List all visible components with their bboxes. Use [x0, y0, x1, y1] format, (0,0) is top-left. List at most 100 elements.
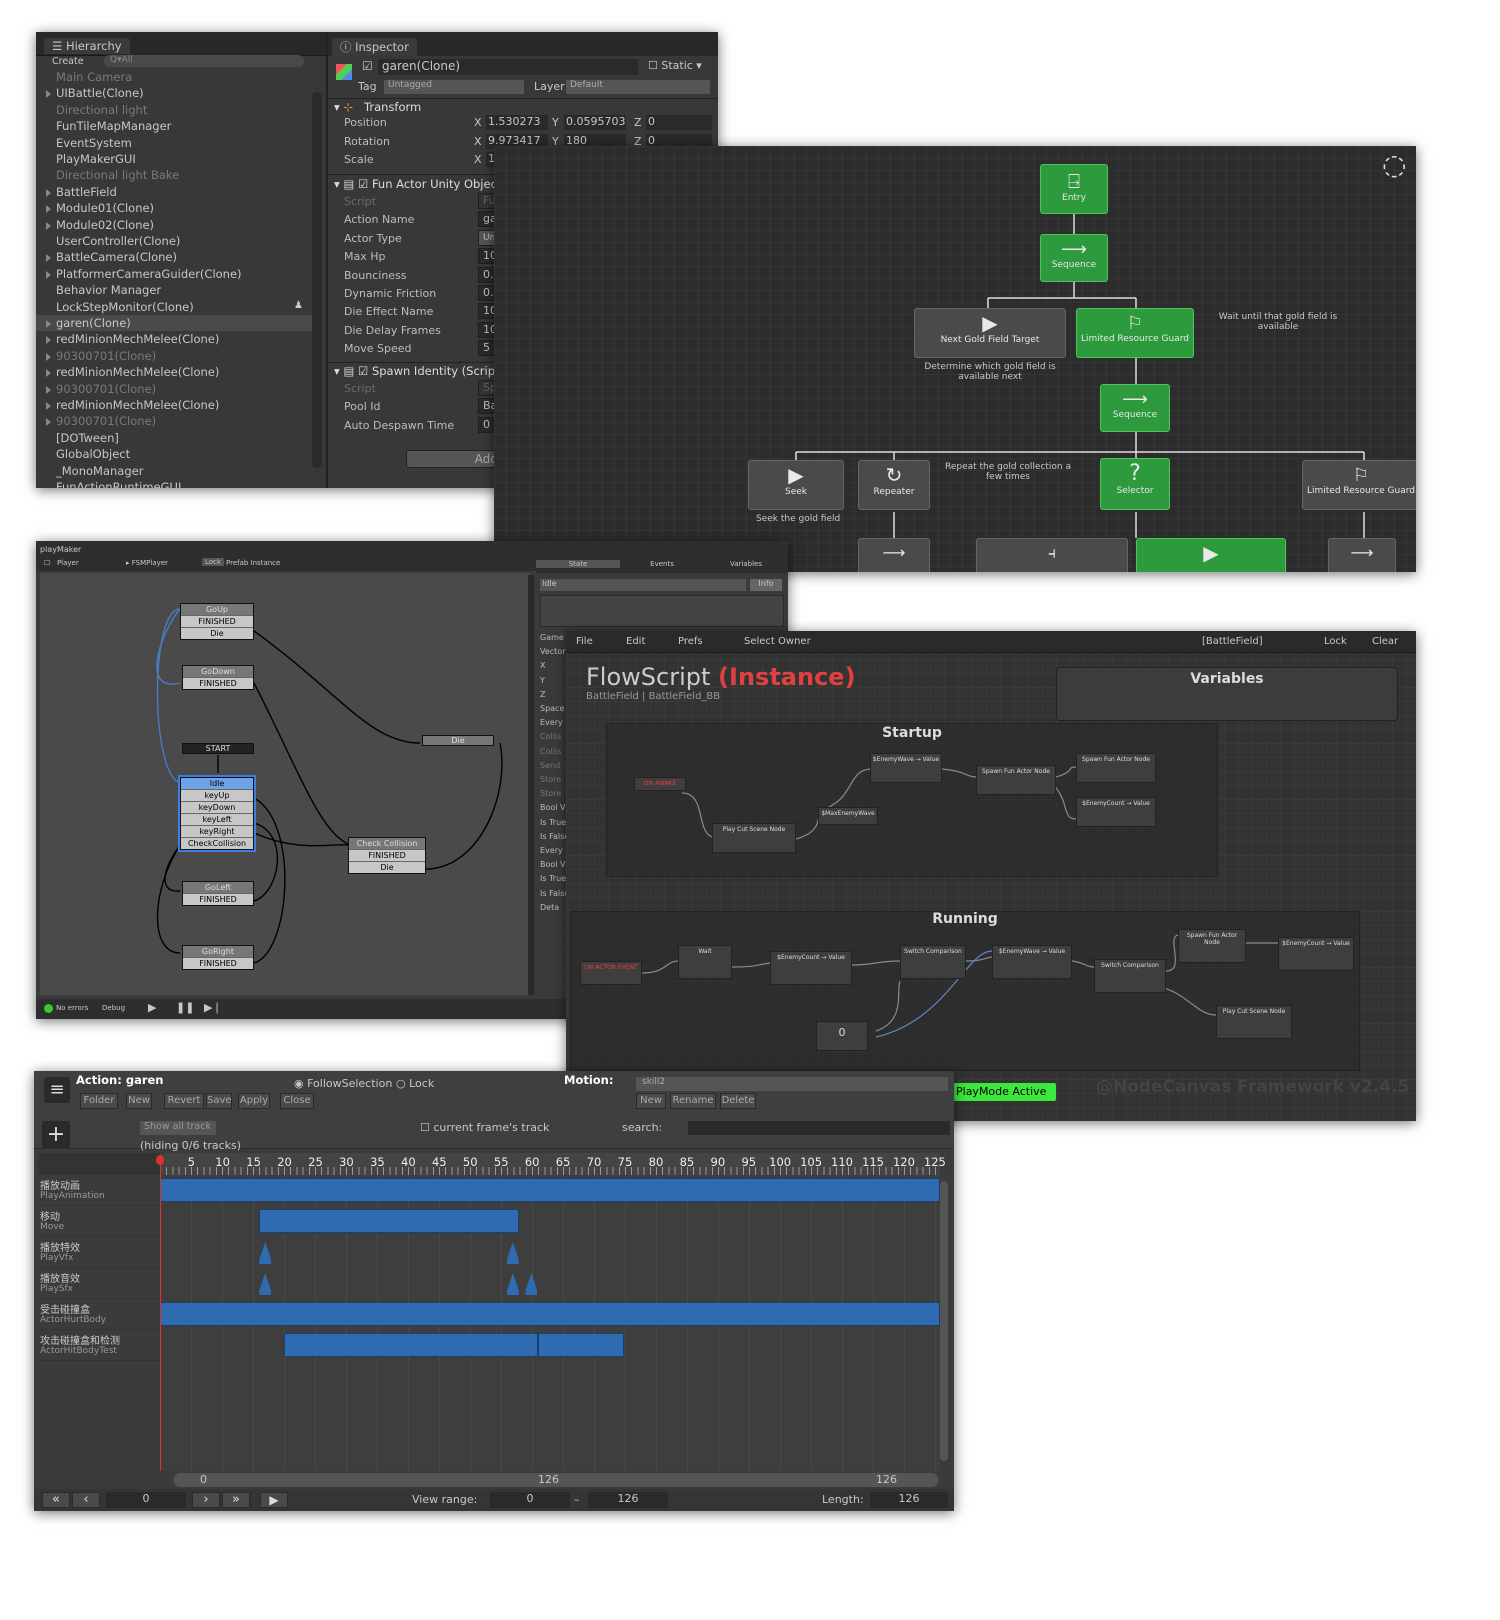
action-close-button[interactable]: Close [280, 1093, 314, 1109]
expand-arrow-icon[interactable] [46, 90, 51, 99]
bt-node-limited-resource-guard-2[interactable]: ⚐ Limited Resource Guard [1302, 460, 1416, 510]
action-folder-button[interactable]: Folder [80, 1093, 118, 1109]
flow-running-node[interactable]: Spawn Fun Actor Node [1178, 929, 1246, 963]
flow-running-node[interactable]: $EnemyCount → Value [1278, 937, 1354, 971]
layer-dropdown[interactable]: Default [566, 80, 710, 94]
hierarchy-item[interactable]: _MonoManager [56, 464, 143, 478]
fsm-transition[interactable]: keyRight [181, 825, 253, 837]
fsm-scrollbar[interactable] [528, 575, 534, 995]
bt-node[interactable]: ⫞ [976, 538, 1128, 572]
hierarchy-item[interactable]: BattleCamera(Clone) [56, 250, 177, 264]
bt-node-limited-resource-guard[interactable]: ⚐ Limited Resource Guard [1076, 308, 1194, 358]
bt-node-repeater[interactable]: ↻ Repeater [858, 460, 930, 510]
hierarchy-item[interactable]: UserController(Clone) [56, 234, 180, 248]
bt-node-seek[interactable]: ▶ Seek [748, 460, 844, 510]
transform-position-z-field[interactable]: 0 [646, 115, 712, 130]
action-save-button[interactable]: Save [206, 1093, 232, 1109]
bt-node[interactable]: ⟶ [858, 538, 930, 572]
bt-node-entry[interactable]: ⍈ Entry [1040, 164, 1108, 214]
play-button[interactable]: ▶ [148, 1001, 156, 1014]
hierarchy-item[interactable]: FunActionRuntimeGUI [56, 480, 181, 488]
expand-arrow-icon[interactable] [46, 336, 51, 345]
expand-arrow-icon[interactable] [46, 205, 51, 214]
action-new-button[interactable]: New [126, 1093, 152, 1109]
flow-startup-node[interactable]: $EnemyWave → Value [870, 753, 942, 783]
flow-running-node[interactable]: ON ACTOR EVENT [580, 961, 642, 985]
motion-rename-button[interactable]: Rename [670, 1093, 716, 1109]
hierarchy-item[interactable]: Directional light [56, 103, 147, 117]
track-clip[interactable] [537, 1333, 625, 1357]
hierarchy-item[interactable]: GlobalObject [56, 447, 130, 461]
hierarchy-item[interactable]: redMinionMechMelee(Clone) [56, 398, 219, 412]
action-revert-button[interactable]: Revert [164, 1093, 204, 1109]
fsm-transition[interactable]: keyDown [181, 801, 253, 813]
bt-node[interactable]: ▶ [1136, 538, 1286, 572]
fsm-transition[interactable]: CheckCollision [181, 837, 253, 849]
current-frame-track-toggle[interactable]: ☐ current frame's track [420, 1121, 549, 1134]
add-icon[interactable]: + [42, 1121, 70, 1149]
object-name-field[interactable]: garen(Clone) [378, 59, 638, 75]
fsm-transition[interactable]: FINISHED [183, 957, 253, 969]
expand-arrow-icon[interactable] [46, 418, 51, 427]
fsm-transition[interactable]: keyUp [181, 789, 253, 801]
expand-arrow-icon[interactable] [46, 402, 51, 410]
action-apply-button[interactable]: Apply [238, 1093, 270, 1109]
flow-startup-node[interactable]: $MaxEnemyWave [818, 807, 878, 825]
expand-arrow-icon[interactable] [46, 352, 51, 361]
flow-running-node[interactable]: Wait [678, 945, 732, 979]
playhead[interactable] [160, 1155, 161, 1471]
fsm-state-godown[interactable]: GoDown FINISHED [182, 665, 254, 690]
prev-frame-button[interactable]: ‹ [72, 1492, 100, 1508]
track-clip[interactable] [160, 1178, 940, 1202]
menu-icon[interactable]: ≡ [44, 1077, 70, 1103]
tab-variables[interactable]: Variables [704, 560, 788, 568]
flow-running-node[interactable]: $EnemyCount → Value [770, 951, 852, 985]
expand-arrow-icon[interactable] [46, 188, 51, 197]
bt-node-next-gold-field[interactable]: ▶ Next Gold Field Target [914, 308, 1066, 358]
view-range-from[interactable]: 0 [490, 1492, 570, 1508]
vertical-scrollbar[interactable] [940, 1181, 948, 1461]
hierarchy-item[interactable]: Directional light Bake [56, 168, 179, 182]
fsm-transition[interactable]: FINISHED [349, 849, 425, 861]
player-select[interactable]: ☐ Player [44, 559, 79, 567]
hierarchy-item[interactable]: PlayMakerGUI [56, 152, 136, 166]
fsm-state-check[interactable]: Check Collision FINISHED Die [348, 837, 426, 874]
bt-node-sequence[interactable]: ⟶ Sequence [1040, 234, 1108, 282]
spawn-identity-header[interactable]: ▾ ▤ ☑ Spawn Identity (Script) [334, 364, 504, 378]
track-clip[interactable] [259, 1209, 520, 1233]
motion-dropdown[interactable]: skill2 [636, 1077, 948, 1091]
info-button[interactable]: Info [750, 579, 782, 591]
search-input[interactable] [688, 1121, 950, 1135]
create-dropdown[interactable]: Create [52, 56, 84, 67]
hierarchy-item[interactable]: 90300701(Clone) [56, 349, 156, 363]
length-field[interactable]: 126 [870, 1492, 948, 1508]
lock-radio[interactable]: ○ Lock [396, 1077, 434, 1090]
step-button[interactable]: ▶❘ [204, 1001, 222, 1014]
follow-selection-radio[interactable]: ◉ FollowSelection [294, 1077, 392, 1090]
transform-position-x-field[interactable]: 1.530273 [486, 115, 548, 130]
expand-arrow-icon[interactable] [46, 369, 51, 378]
refresh-icon[interactable]: ◌ [1382, 148, 1406, 181]
fsm-transition[interactable]: FINISHED [183, 893, 253, 905]
hierarchy-item[interactable]: 90300701(Clone) [56, 382, 156, 396]
bt-node[interactable]: ⟶ [1328, 538, 1396, 572]
hierarchy-item[interactable]: redMinionMechMelee(Clone) [56, 332, 219, 346]
flow-running-node[interactable]: Play Cut Scene Node [1216, 1005, 1292, 1039]
fsm-state-goright[interactable]: GoRight FINISHED [182, 945, 254, 970]
hierarchy-item[interactable]: EventSystem [56, 136, 132, 150]
bt-node-sequence[interactable]: ⟶ Sequence [1100, 384, 1170, 432]
hierarchy-item[interactable]: [DOTween] [56, 431, 119, 445]
hierarchy-item[interactable]: Module02(Clone) [56, 218, 154, 232]
expand-arrow-icon[interactable] [46, 221, 51, 230]
flow-startup-node[interactable]: ON AWAKE [634, 777, 686, 791]
hierarchy-item[interactable]: BattleField [56, 185, 117, 199]
state-name-field[interactable]: Idle [540, 579, 746, 591]
transform-header[interactable]: ▾ ⊹ Transform [334, 100, 421, 114]
flow-running-node[interactable]: $EnemyWave → Value [992, 945, 1072, 979]
fsm-transition[interactable]: Die [349, 861, 425, 873]
zero-node[interactable]: 0 [816, 1021, 868, 1051]
show-all-track-button[interactable]: Show all track [140, 1121, 216, 1135]
tag-dropdown[interactable]: Untagged [384, 80, 524, 94]
hierarchy-item[interactable]: garen(Clone) [56, 316, 131, 330]
bt-node-selector[interactable]: ? Selector [1100, 458, 1170, 510]
